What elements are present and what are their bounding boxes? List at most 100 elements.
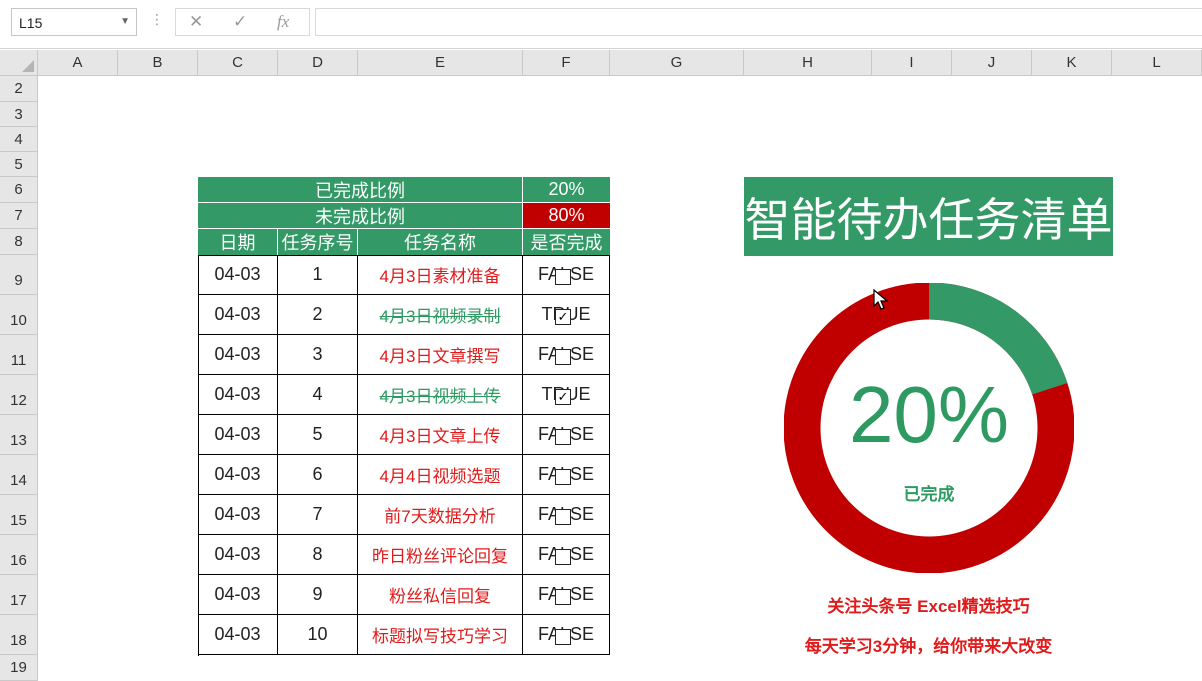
row-header-12[interactable]: 12 (0, 375, 38, 415)
row-header-6[interactable]: 6 (0, 177, 38, 203)
task-name-cell[interactable]: 4月3日文章上传 (358, 415, 523, 455)
date-cell[interactable]: 04-03 (198, 255, 278, 295)
date-cell[interactable]: 04-03 (198, 615, 278, 655)
status-cell[interactable]: FALSE (523, 455, 610, 495)
status-cell[interactable]: FALSE (523, 415, 610, 455)
date-cell[interactable]: 04-03 (198, 575, 278, 615)
date-cell[interactable]: 04-03 (198, 535, 278, 575)
task-no-cell[interactable]: 6 (278, 455, 358, 495)
row-header-7[interactable]: 7 (0, 203, 38, 229)
checkbox-icon[interactable] (555, 509, 571, 525)
row-header-19[interactable]: 19 (0, 655, 38, 681)
column-header-e[interactable]: E (358, 50, 523, 76)
column-header-a[interactable]: A (38, 50, 118, 76)
task-name-cell[interactable]: 4月3日文章撰写 (358, 335, 523, 375)
row-header-8[interactable]: 8 (0, 229, 38, 255)
undone-ratio-value[interactable]: 80% (523, 203, 610, 229)
checkbox-icon[interactable] (555, 469, 571, 485)
dashboard-title[interactable]: 智能待办任务清单 (744, 177, 1113, 256)
row-header-10[interactable]: 10 (0, 295, 38, 335)
task-no-cell[interactable]: 8 (278, 535, 358, 575)
column-header-c[interactable]: C (198, 50, 278, 76)
date-cell[interactable]: 04-03 (198, 335, 278, 375)
row-header-5[interactable]: 5 (0, 152, 38, 177)
enter-icon[interactable]: ✓ (233, 12, 247, 32)
row-header-13[interactable]: 13 (0, 415, 38, 455)
checkbox-checked-icon[interactable]: ✓ (555, 389, 571, 405)
status-cell[interactable]: FALSE (523, 495, 610, 535)
header-date[interactable]: 日期 (198, 229, 278, 255)
checkbox-icon[interactable] (555, 589, 571, 605)
column-header-k[interactable]: K (1032, 50, 1112, 76)
checkbox-icon[interactable] (555, 269, 571, 285)
header-task-name[interactable]: 任务名称 (358, 229, 523, 255)
cancel-icon[interactable]: ✕ (189, 12, 203, 32)
task-name-cell[interactable]: 4月3日视频上传 (358, 375, 523, 415)
row-header-11[interactable]: 11 (0, 335, 38, 375)
task-name-cell[interactable]: 昨日粉丝评论回复 (358, 535, 523, 575)
task-no-cell[interactable]: 10 (278, 615, 358, 655)
header-is-done[interactable]: 是否完成 (523, 229, 610, 255)
task-no-cell[interactable]: 7 (278, 495, 358, 535)
row-header-3[interactable]: 3 (0, 102, 38, 127)
row-header-14[interactable]: 14 (0, 455, 38, 495)
task-name: 粉丝私信回复 (389, 587, 491, 606)
task-name-cell[interactable]: 前7天数据分析 (358, 495, 523, 535)
column-header-i[interactable]: I (872, 50, 952, 76)
undone-ratio-label[interactable]: 未完成比例 (198, 203, 523, 229)
status-cell[interactable]: FALSE (523, 615, 610, 655)
name-box[interactable]: L15 ▼ (11, 8, 137, 36)
task-no-cell[interactable]: 4 (278, 375, 358, 415)
row-header-17[interactable]: 17 (0, 575, 38, 615)
task-name-cell[interactable]: 粉丝私信回复 (358, 575, 523, 615)
status-cell[interactable]: FALSE (523, 255, 610, 295)
row-header-18[interactable]: 18 (0, 615, 38, 655)
checkbox-icon[interactable] (555, 629, 571, 645)
date-cell[interactable]: 04-03 (198, 455, 278, 495)
column-header-d[interactable]: D (278, 50, 358, 76)
checkbox-icon[interactable] (555, 549, 571, 565)
date-cell[interactable]: 04-03 (198, 375, 278, 415)
row-header-4[interactable]: 4 (0, 127, 38, 152)
status-cell[interactable]: FALSE (523, 575, 610, 615)
date-cell[interactable]: 04-03 (198, 295, 278, 335)
column-header-h[interactable]: H (744, 50, 872, 76)
select-all-button[interactable] (0, 50, 38, 76)
insert-function-icon[interactable]: fx (277, 12, 289, 32)
row-header-2[interactable]: 2 (0, 76, 38, 102)
done-ratio-value[interactable]: 20% (523, 177, 610, 203)
status-cell[interactable]: TRUE✓ (523, 375, 610, 415)
status-cell[interactable]: FALSE (523, 335, 610, 375)
task-name-cell[interactable]: 4月3日视频录制 (358, 295, 523, 335)
done-ratio-label[interactable]: 已完成比例 (198, 177, 523, 203)
task-no-cell[interactable]: 3 (278, 335, 358, 375)
row-header-9[interactable]: 9 (0, 255, 38, 295)
task-no-cell[interactable]: 1 (278, 255, 358, 295)
task-name-cell[interactable]: 4月3日素材准备 (358, 255, 523, 295)
task-no-cell[interactable]: 2 (278, 295, 358, 335)
date-cell[interactable]: 04-03 (198, 495, 278, 535)
column-header-l[interactable]: L (1112, 50, 1202, 76)
row-header-16[interactable]: 16 (0, 535, 38, 575)
date-cell[interactable]: 04-03 (198, 415, 278, 455)
column-header-g[interactable]: G (610, 50, 744, 76)
more-options-icon[interactable]: ⋮ (150, 12, 164, 26)
checkbox-icon[interactable] (555, 429, 571, 445)
task-name-cell[interactable]: 标题拟写技巧学习 (358, 615, 523, 655)
column-header-j[interactable]: J (952, 50, 1032, 76)
status-cell[interactable]: FALSE (523, 535, 610, 575)
checkbox-checked-icon[interactable]: ✓ (555, 309, 571, 325)
checkbox-icon[interactable] (555, 349, 571, 365)
promo-line-2: 每天学习3分钟，给你带来大改变 (804, 637, 1053, 656)
task-no-cell[interactable]: 5 (278, 415, 358, 455)
formula-input[interactable] (315, 8, 1202, 36)
column-header-f[interactable]: F (523, 50, 610, 76)
chevron-down-icon[interactable]: ▼ (120, 16, 130, 27)
column-header-b[interactable]: B (118, 50, 198, 76)
task-name-cell[interactable]: 4月4日视频选题 (358, 455, 523, 495)
row-header-15[interactable]: 15 (0, 495, 38, 535)
status-cell[interactable]: TRUE✓ (523, 295, 610, 335)
header-task-no[interactable]: 任务序号 (278, 229, 358, 255)
task-name: 4月3日视频上传 (379, 387, 501, 406)
task-no-cell[interactable]: 9 (278, 575, 358, 615)
